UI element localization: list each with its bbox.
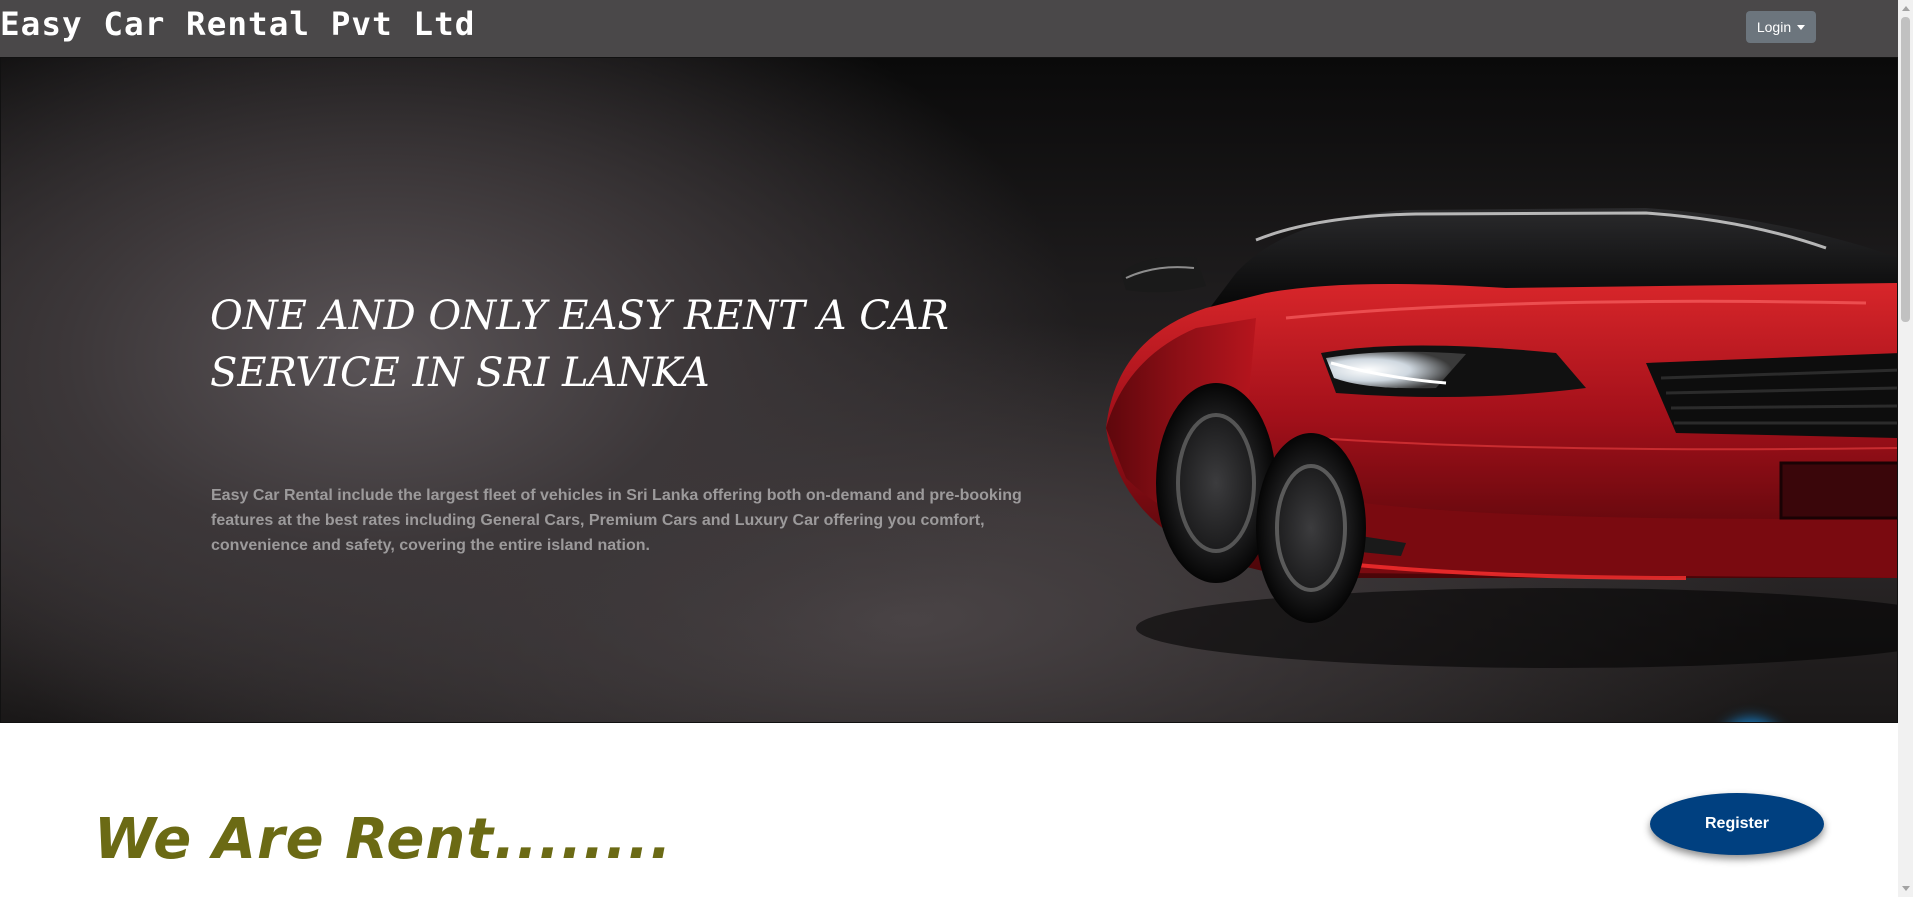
- vertical-scrollbar[interactable]: [1898, 0, 1913, 897]
- hero-description: Easy Car Rental include the largest flee…: [211, 487, 1022, 554]
- section-title: We Are Rent........: [94, 807, 673, 872]
- scrollbar-thumb[interactable]: [1901, 17, 1910, 322]
- page: Easy Car Rental Pvt Ltd Login ONE AND ON…: [0, 0, 1913, 897]
- hero-banner: ONE AND ONLY EASY RENT A CAR SERVICE IN …: [0, 57, 1898, 723]
- scroll-up-arrow-icon[interactable]: [1902, 6, 1910, 11]
- login-dropdown-button[interactable]: Login: [1746, 11, 1816, 43]
- brand-title[interactable]: Easy Car Rental Pvt Ltd: [0, 4, 475, 44]
- scroll-down-arrow-icon[interactable]: [1902, 886, 1910, 891]
- hero-title: ONE AND ONLY EASY RENT A CAR SERVICE IN …: [210, 293, 949, 396]
- caret-down-icon: [1797, 25, 1806, 30]
- register-button[interactable]: Register: [1650, 793, 1824, 855]
- car-image: [1106, 208, 1897, 668]
- navbar: Easy Car Rental Pvt Ltd Login: [0, 0, 1898, 57]
- login-label: Login: [1756, 19, 1792, 35]
